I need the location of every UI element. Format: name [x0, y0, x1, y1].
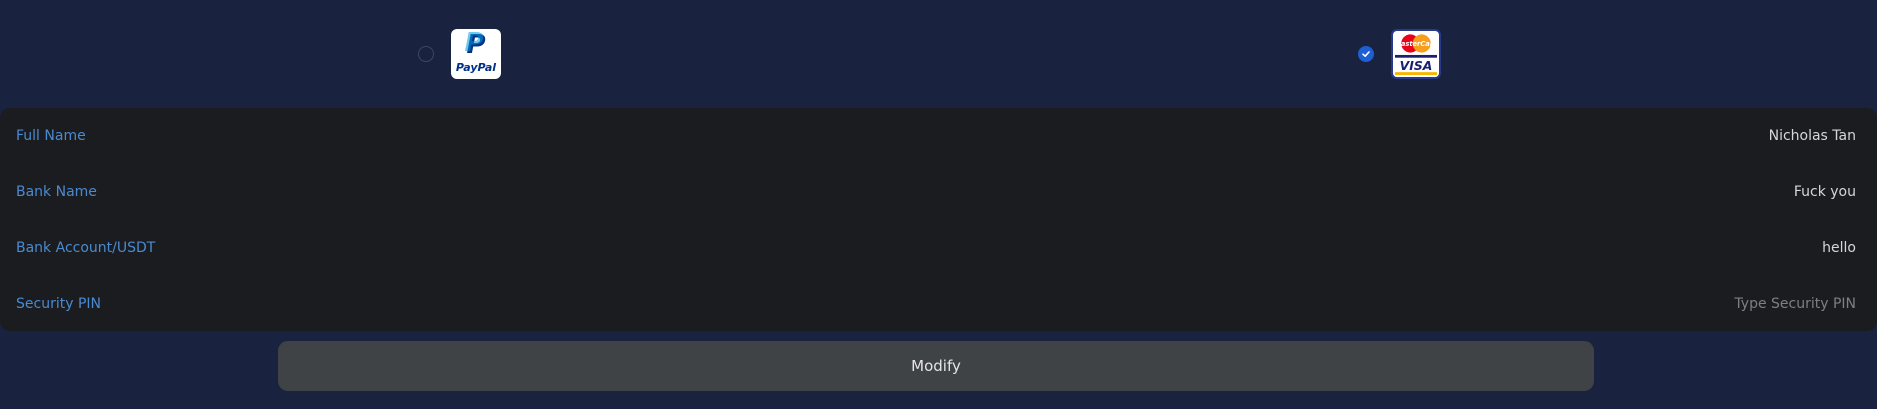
modify-button[interactable]: Modify: [278, 341, 1594, 391]
bank-name-field[interactable]: Fuck you: [1794, 184, 1856, 200]
bank-details-form: Full Name Nicholas Tan Bank Name Fuck yo…: [0, 108, 1877, 331]
paypal-logo[interactable]: P P PayPal: [451, 29, 501, 79]
bank-name-row: Bank Name Fuck you: [0, 164, 1877, 220]
full-name-field[interactable]: Nicholas Tan: [1769, 128, 1856, 144]
visa-text: VISA: [1400, 58, 1433, 73]
paypal-mark-shadow: P: [464, 29, 483, 58]
payment-option-card[interactable]: MasterCard VISA: [1358, 28, 1441, 80]
full-name-row: Full Name Nicholas Tan: [0, 108, 1877, 164]
bank-account-field[interactable]: hello: [1822, 240, 1856, 256]
bank-account-row: Bank Account/USDT hello: [0, 220, 1877, 276]
payment-option-paypal[interactable]: P P PayPal: [418, 28, 501, 80]
mastercard-visa-logo[interactable]: MasterCard VISA: [1391, 29, 1441, 79]
payment-settings-page: P P PayPal MasterCard VISA Full Name Nic…: [0, 0, 1877, 409]
security-pin-label: Security PIN: [16, 296, 101, 312]
bank-name-label: Bank Name: [16, 184, 97, 200]
paypal-radio[interactable]: [418, 46, 434, 62]
security-pin-input[interactable]: Type Security PIN: [1734, 296, 1856, 312]
credit-card-icon: MasterCard VISA: [1395, 33, 1437, 75]
card-radio[interactable]: [1358, 46, 1374, 62]
paypal-icon: P P PayPal: [456, 29, 496, 74]
security-pin-row: Security PIN Type Security PIN: [0, 276, 1877, 332]
full-name-label: Full Name: [16, 128, 86, 144]
bank-account-label: Bank Account/USDT: [16, 240, 156, 256]
paypal-wordmark: PayPal: [456, 61, 496, 74]
mastercard-text: MasterCard: [1395, 40, 1437, 48]
check-icon: [1362, 51, 1370, 57]
